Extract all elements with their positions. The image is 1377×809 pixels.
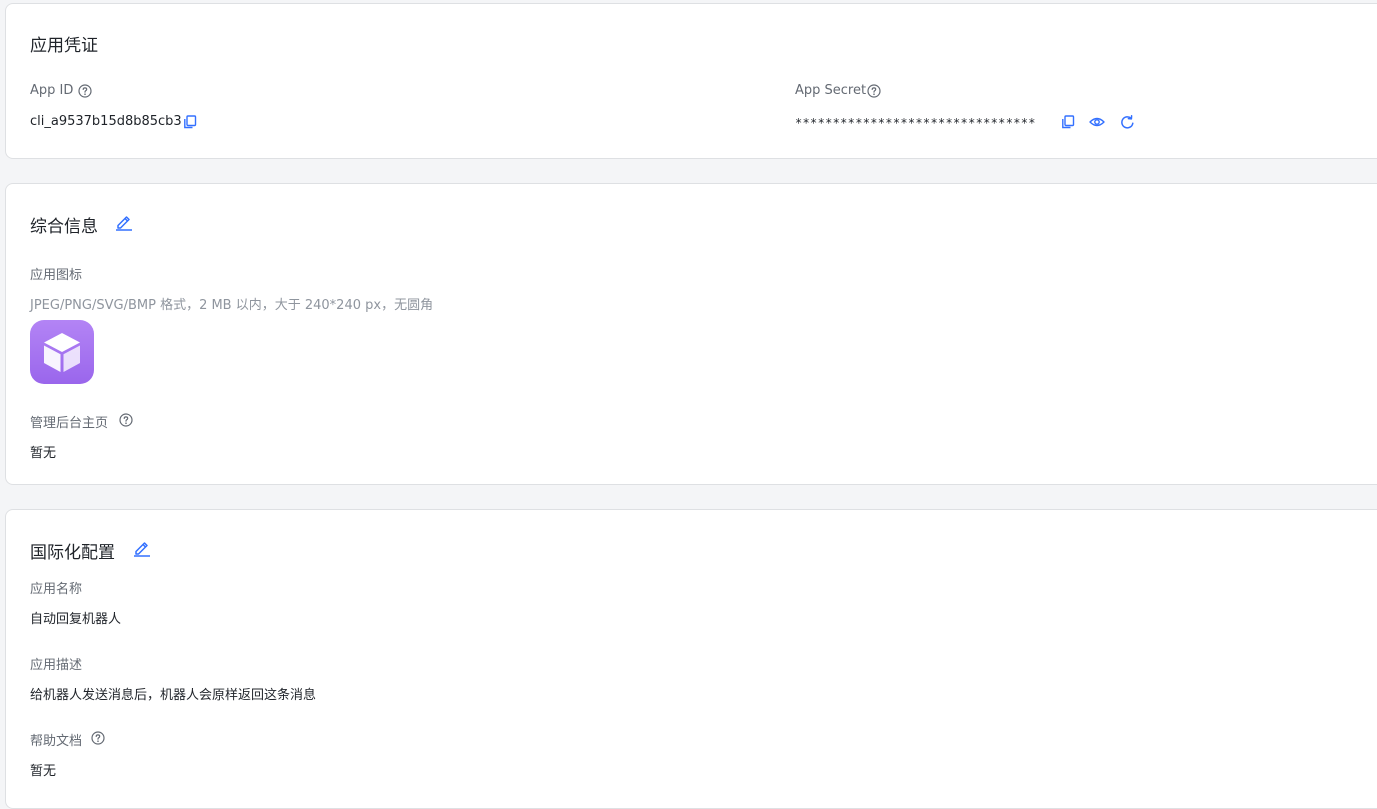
app-icon-image[interactable] — [30, 320, 94, 384]
admin-home-value: 暂无 — [30, 446, 57, 461]
app-icon-hint: JPEG/PNG/SVG/BMP 格式，2 MB 以内，大于 240*240 p… — [30, 298, 434, 313]
edit-general-info-icon[interactable] — [115, 213, 133, 231]
i18n-config-card: 国际化配置 应用名称 自动回复机器人 应用描述 给机器人发送消息后，机器人会原样… — [5, 509, 1377, 809]
i18n-config-title: 国际化配置 — [30, 543, 115, 563]
app-secret-label: App Secret — [795, 83, 867, 98]
app-icon-label: 应用图标 — [30, 268, 83, 283]
general-info-card: 综合信息 应用图标 JPEG/PNG/SVG/BMP 格式，2 MB 以内，大于… — [5, 183, 1377, 485]
app-id-help-icon[interactable] — [78, 84, 92, 98]
app-id-label: App ID — [30, 83, 74, 98]
show-secret-eye-icon[interactable] — [1089, 115, 1105, 129]
admin-home-help-icon[interactable] — [119, 413, 133, 427]
help-doc-help-icon[interactable] — [91, 731, 105, 745]
app-name-value: 自动回复机器人 — [30, 612, 122, 627]
edit-i18n-config-icon[interactable] — [133, 539, 151, 557]
general-info-title: 综合信息 — [30, 217, 98, 237]
app-description-label: 应用描述 — [30, 658, 83, 673]
credentials-title: 应用凭证 — [30, 36, 98, 56]
help-doc-label: 帮助文档 — [30, 734, 83, 749]
credentials-card: 应用凭证 App ID cli_a9537b15d8b85cb3 App Sec… — [5, 3, 1377, 159]
app-id-value: cli_a9537b15d8b85cb3 — [30, 114, 182, 129]
copy-app-id-icon[interactable] — [183, 115, 197, 129]
cube-icon — [44, 333, 80, 372]
admin-home-label: 管理后台主页 — [30, 416, 109, 431]
app-secret-help-icon[interactable] — [867, 84, 881, 98]
app-name-label: 应用名称 — [30, 582, 83, 597]
copy-app-secret-icon[interactable] — [1061, 115, 1075, 129]
app-description-value: 给机器人发送消息后，机器人会原样返回这条消息 — [30, 688, 317, 703]
app-secret-value: ******************************** — [795, 116, 1036, 130]
reset-secret-refresh-icon[interactable] — [1120, 115, 1135, 130]
help-doc-value: 暂无 — [30, 764, 57, 779]
